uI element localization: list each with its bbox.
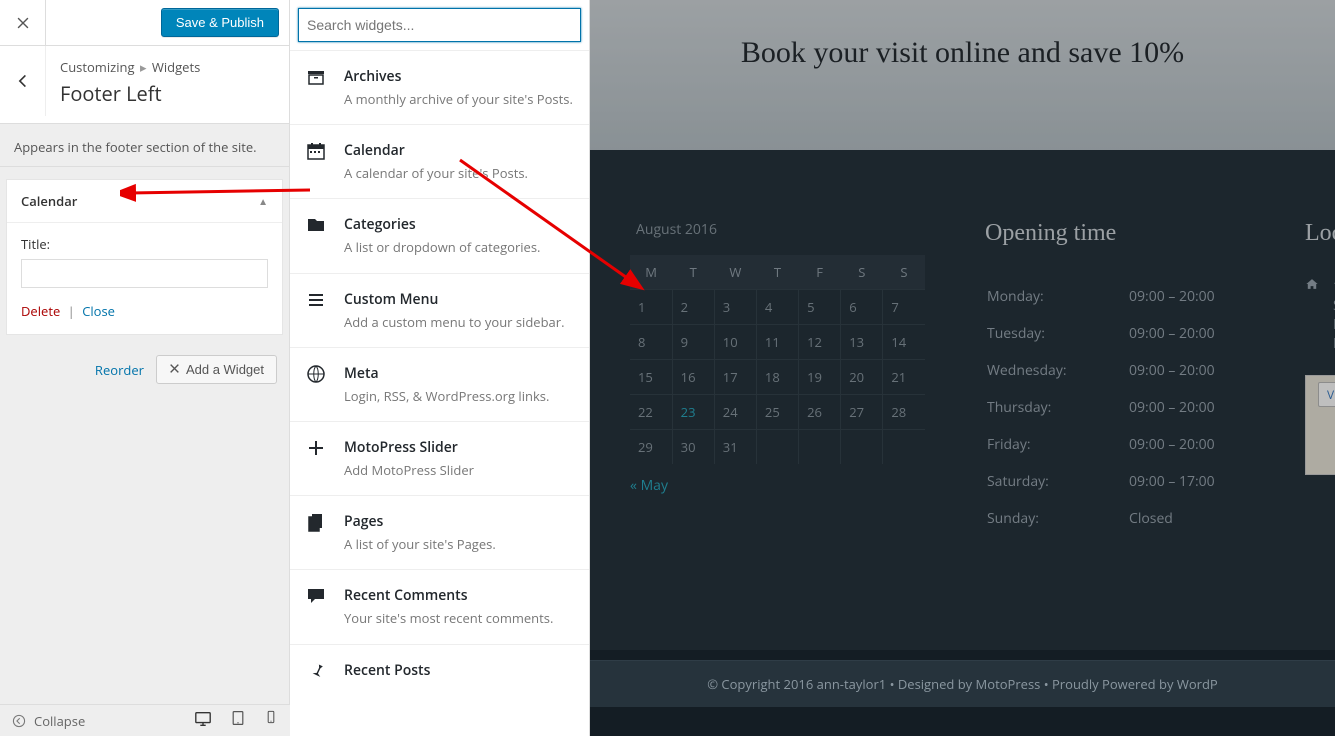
search-widgets-input[interactable] bbox=[298, 8, 581, 42]
footer-location: Locat 123 Str Ma Kir View ©20 bbox=[1305, 220, 1335, 620]
back-button[interactable] bbox=[0, 46, 46, 116]
widget-item-desc: Your site's most recent comments. bbox=[344, 609, 573, 627]
widget-item-motopress-slider[interactable]: MotoPress Slider Add MotoPress Slider bbox=[290, 421, 589, 495]
section-title: Footer Left bbox=[60, 80, 200, 107]
widget-item-title: Pages bbox=[344, 512, 573, 531]
widget-item-title: Calendar bbox=[344, 141, 573, 160]
collapse-triangle-icon: ▲ bbox=[258, 194, 268, 208]
widget-card-title: Calendar bbox=[21, 192, 77, 210]
delete-widget-link[interactable]: Delete bbox=[21, 302, 60, 320]
section-description: Appears in the footer section of the sit… bbox=[0, 124, 289, 167]
breadcrumb: Customizing ▸ Widgets bbox=[60, 58, 200, 76]
calendar-caption: August 2016 bbox=[630, 220, 925, 239]
calendar-icon bbox=[306, 141, 328, 163]
home-icon bbox=[1305, 277, 1319, 353]
customizer-panel: Save & Publish Customizing ▸ Widgets Foo… bbox=[0, 0, 290, 736]
widget-item-desc: A list or dropdown of categories. bbox=[344, 238, 573, 256]
close-widget-link[interactable]: Close bbox=[82, 302, 115, 320]
save-publish-button[interactable]: Save & Publish bbox=[161, 8, 279, 37]
reorder-link[interactable]: Reorder bbox=[95, 361, 144, 379]
plus-icon bbox=[306, 438, 328, 460]
widget-item-desc: Add a custom menu to your sidebar. bbox=[344, 313, 573, 331]
widget-item-custom-menu[interactable]: Custom Menu Add a custom menu to your sid… bbox=[290, 273, 589, 347]
calendar-table: MTWTFSS123456789101112131415161718192021… bbox=[630, 255, 925, 464]
widget-item-archives[interactable]: Archives A monthly archive of your site's… bbox=[290, 50, 589, 124]
opening-hours-table: Monday:09:00 – 20:00Tuesday:09:00 – 20:0… bbox=[985, 277, 1217, 538]
meta-icon bbox=[306, 364, 328, 386]
widget-item-pages[interactable]: Pages A list of your site's Pages. bbox=[290, 495, 589, 569]
widget-item-title: Custom Menu bbox=[344, 290, 573, 309]
close-customizer-button[interactable] bbox=[0, 0, 46, 46]
desktop-icon[interactable] bbox=[194, 710, 212, 732]
widget-item-recent-posts[interactable]: Recent Posts bbox=[290, 644, 589, 700]
opening-time-title: Opening time bbox=[985, 220, 1245, 247]
widget-item-desc: A calendar of your site's Posts. bbox=[344, 164, 573, 182]
widget-item-recent-comments[interactable]: Recent Comments Your site's most recent c… bbox=[290, 569, 589, 643]
copyright-text: © Copyright 2016 ann-taylor1 • Designed … bbox=[590, 660, 1335, 707]
widget-item-desc: A list of your site's Pages. bbox=[344, 535, 573, 553]
widget-item-desc: Login, RSS, & WordPress.org links. bbox=[344, 387, 573, 405]
archives-icon bbox=[306, 67, 328, 89]
calendar-prev-link[interactable]: « May bbox=[630, 476, 925, 495]
add-widget-button[interactable]: Add a Widget bbox=[156, 355, 277, 384]
topbar: Save & Publish bbox=[0, 0, 289, 46]
widget-item-title: Meta bbox=[344, 364, 573, 383]
close-icon bbox=[169, 362, 180, 377]
widget-item-desc: Add MotoPress Slider bbox=[344, 461, 573, 479]
comments-icon bbox=[306, 586, 328, 608]
pages-icon bbox=[306, 512, 328, 534]
menu-icon bbox=[306, 290, 328, 312]
widget-picker-panel: Archives A monthly archive of your site's… bbox=[290, 0, 590, 736]
collapse-bar: Collapse bbox=[0, 704, 290, 736]
widget-list[interactable]: Archives A monthly archive of your site's… bbox=[290, 50, 589, 736]
hero-title: Book your visit online and save 10% bbox=[741, 36, 1184, 70]
view-larger-map-button[interactable]: View bbox=[1318, 382, 1335, 407]
tablet-icon[interactable] bbox=[230, 710, 246, 732]
widget-card-toggle[interactable]: Calendar ▲ bbox=[7, 180, 282, 223]
widget-item-title: Recent Posts bbox=[344, 661, 573, 680]
widget-item-categories[interactable]: Categories A list or dropdown of categori… bbox=[290, 198, 589, 272]
collapse-button[interactable]: Collapse bbox=[12, 712, 85, 730]
title-label: Title: bbox=[21, 235, 268, 253]
map-preview[interactable]: View ©20 bbox=[1305, 375, 1335, 475]
mobile-icon[interactable] bbox=[264, 710, 278, 732]
site-preview: Book your visit online and save 10% Augu… bbox=[590, 0, 1335, 736]
widget-item-desc: A monthly archive of your site's Posts. bbox=[344, 90, 573, 108]
widget-item-title: Recent Comments bbox=[344, 586, 573, 605]
footer-opening-time: Opening time Monday:09:00 – 20:00Tuesday… bbox=[985, 220, 1245, 620]
footer-calendar-widget: August 2016 MTWTFSS123456789101112131415… bbox=[630, 220, 925, 620]
panel-header: Customizing ▸ Widgets Footer Left bbox=[0, 46, 289, 124]
location-title: Locat bbox=[1305, 220, 1335, 247]
hero-section: Book your visit online and save 10% bbox=[590, 0, 1335, 150]
widget-item-title: Categories bbox=[344, 215, 573, 234]
categories-icon bbox=[306, 215, 328, 237]
widget-title-input[interactable] bbox=[21, 259, 268, 288]
widget-item-title: MotoPress Slider bbox=[344, 438, 573, 457]
widget-item-meta[interactable]: Meta Login, RSS, & WordPress.org links. bbox=[290, 347, 589, 421]
widget-item-title: Archives bbox=[344, 67, 573, 86]
widget-item-calendar[interactable]: Calendar A calendar of your site's Posts. bbox=[290, 124, 589, 198]
widget-calendar-card: Calendar ▲ Title: Delete | Close bbox=[6, 179, 283, 335]
pin-icon bbox=[306, 661, 328, 683]
footer-section: August 2016 MTWTFSS123456789101112131415… bbox=[590, 150, 1335, 650]
